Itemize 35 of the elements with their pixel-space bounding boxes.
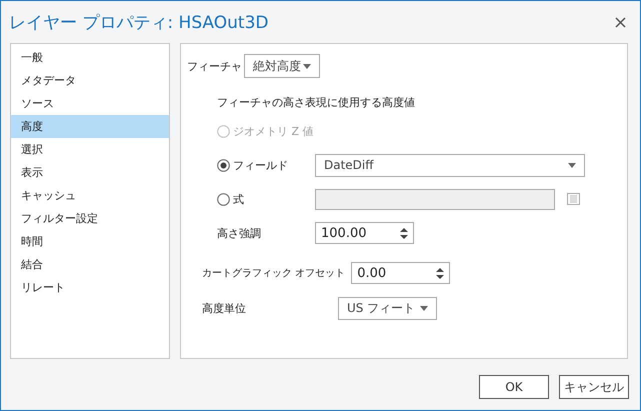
sidebar-item[interactable]: キャッシュ: [11, 184, 169, 207]
sidebar-item[interactable]: 時間: [11, 230, 169, 253]
offset-spinner[interactable]: 0.00: [351, 262, 450, 284]
dialog-button[interactable]: OK: [479, 375, 549, 399]
sidebar-item[interactable]: フィルター設定: [11, 207, 169, 230]
caret-icon: [420, 306, 428, 311]
sidebar-item[interactable]: リレート: [11, 276, 169, 299]
radio-label: ジオメトリ Z 値: [233, 124, 315, 138]
radio-label: フィールド: [233, 158, 289, 172]
exaggeration-label: 高さ強調: [217, 226, 262, 240]
exaggeration-spinner[interactable]: 100.00: [315, 222, 414, 244]
units-dropdown[interactable]: US フィート: [338, 297, 437, 320]
sidebar-item[interactable]: 結合: [11, 253, 169, 276]
caret-icon: [303, 64, 311, 68]
feature-label: フィーチャ: [187, 58, 243, 74]
sidebar-item[interactable]: 選択: [11, 138, 169, 161]
sidebar-item[interactable]: 高度: [11, 115, 169, 138]
window-title: レイヤー プロパティ: HSAOut3D: [9, 12, 268, 34]
units-label: 高度単位: [202, 301, 247, 316]
sidebar-item[interactable]: 一般: [11, 46, 169, 69]
feature-dropdown[interactable]: 絶対高度: [244, 54, 320, 78]
expression-field[interactable]: [315, 188, 555, 210]
sidebar-item[interactable]: 表示: [11, 161, 169, 184]
radio-button[interactable]: [217, 158, 230, 172]
sidebar-item[interactable]: メタデータ: [11, 69, 169, 92]
sidebar-item[interactable]: ソース: [11, 92, 169, 115]
spinner-arrows-icon[interactable]: [400, 228, 408, 238]
radio-button[interactable]: [217, 192, 230, 206]
section-heading: フィーチャの高さ表現に使用する高度値: [217, 94, 415, 110]
caret-icon: [568, 162, 576, 168]
spinner-arrows-icon[interactable]: [436, 268, 444, 278]
field-dropdown[interactable]: DateDiff: [315, 154, 585, 176]
offset-label: カートグラフィック オフセット: [202, 267, 346, 280]
radio-label: 式: [233, 192, 245, 206]
dialog-button[interactable]: キャンセル: [559, 375, 629, 399]
